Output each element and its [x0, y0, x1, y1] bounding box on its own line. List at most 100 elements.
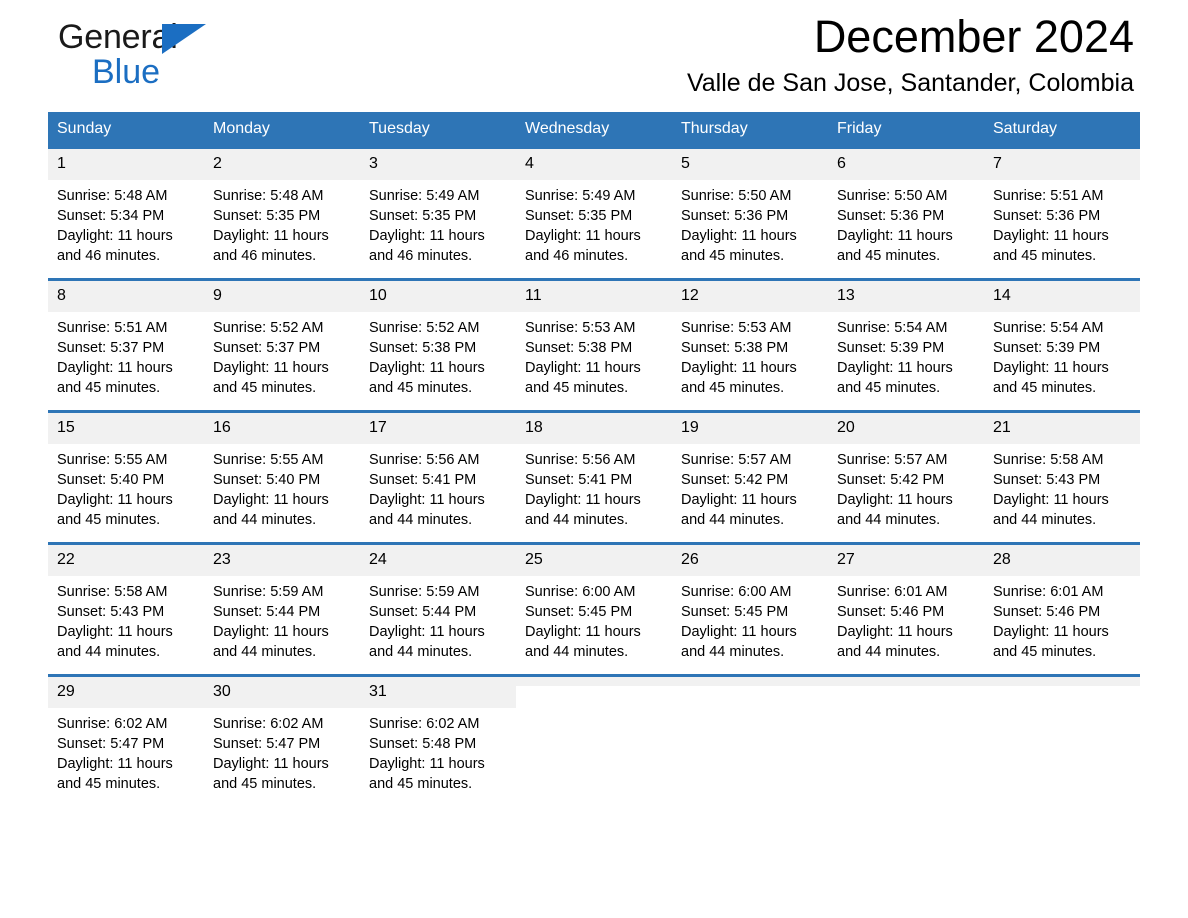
day-cell[interactable]: 13 Sunrise: 5:54 AM Sunset: 5:39 PM Dayl…	[828, 278, 984, 412]
day-cell[interactable]: 15 Sunrise: 5:55 AM Sunset: 5:40 PM Dayl…	[48, 410, 204, 544]
daylight-text: Daylight: 11 hours and 44 minutes.	[525, 624, 641, 660]
day-cell[interactable]: 21 Sunrise: 5:58 AM Sunset: 5:43 PM Dayl…	[984, 410, 1140, 544]
title-block: December 2024 Valle de San Jose, Santand…	[687, 8, 1134, 100]
day-cell-empty	[828, 674, 984, 808]
day-cell[interactable]: 7 Sunrise: 5:51 AM Sunset: 5:36 PM Dayli…	[984, 146, 1140, 280]
day-number: 28	[984, 545, 1140, 576]
day-cell[interactable]: 22 Sunrise: 5:58 AM Sunset: 5:43 PM Dayl…	[48, 542, 204, 676]
day-number: 12	[672, 281, 828, 312]
sunset-text: Sunset: 5:35 PM	[525, 208, 633, 224]
sunset-text: Sunset: 5:36 PM	[993, 208, 1101, 224]
day-number: 20	[828, 413, 984, 444]
day-cell[interactable]: 12 Sunrise: 5:53 AM Sunset: 5:38 PM Dayl…	[672, 278, 828, 412]
day-number: 13	[828, 281, 984, 312]
day-cell[interactable]: 11 Sunrise: 5:53 AM Sunset: 5:38 PM Dayl…	[516, 278, 672, 412]
day-cell[interactable]: 10 Sunrise: 5:52 AM Sunset: 5:38 PM Dayl…	[360, 278, 516, 412]
sunrise-sunset-calendar: Sunday Monday Tuesday Wednesday Thursday…	[48, 112, 1140, 808]
day-details: Sunrise: 5:50 AM Sunset: 5:36 PM Dayligh…	[828, 180, 984, 266]
weekday-header-wednesday: Wednesday	[516, 112, 672, 148]
day-number: 15	[48, 413, 204, 444]
day-cell[interactable]: 1 Sunrise: 5:48 AM Sunset: 5:34 PM Dayli…	[48, 146, 204, 280]
daylight-text: Daylight: 11 hours and 44 minutes.	[213, 624, 329, 660]
sunrise-text: Sunrise: 5:48 AM	[213, 188, 324, 204]
day-cell[interactable]: 4 Sunrise: 5:49 AM Sunset: 5:35 PM Dayli…	[516, 146, 672, 280]
day-details: Sunrise: 5:54 AM Sunset: 5:39 PM Dayligh…	[984, 312, 1140, 398]
day-cell[interactable]: 8 Sunrise: 5:51 AM Sunset: 5:37 PM Dayli…	[48, 278, 204, 412]
day-cell[interactable]: 25 Sunrise: 6:00 AM Sunset: 5:45 PM Dayl…	[516, 542, 672, 676]
day-details: Sunrise: 5:56 AM Sunset: 5:41 PM Dayligh…	[360, 444, 516, 530]
day-number: 8	[48, 281, 204, 312]
day-cell[interactable]: 16 Sunrise: 5:55 AM Sunset: 5:40 PM Dayl…	[204, 410, 360, 544]
sunrise-text: Sunrise: 5:48 AM	[57, 188, 168, 204]
sunrise-text: Sunrise: 6:01 AM	[837, 584, 948, 600]
weekday-header-saturday: Saturday	[984, 112, 1140, 148]
calendar-week-row: 15 Sunrise: 5:55 AM Sunset: 5:40 PM Dayl…	[48, 410, 1140, 544]
day-details: Sunrise: 5:51 AM Sunset: 5:36 PM Dayligh…	[984, 180, 1140, 266]
daylight-text: Daylight: 11 hours and 45 minutes.	[681, 360, 797, 396]
day-cell[interactable]: 9 Sunrise: 5:52 AM Sunset: 5:37 PM Dayli…	[204, 278, 360, 412]
day-number: 22	[48, 545, 204, 576]
day-details: Sunrise: 5:51 AM Sunset: 5:37 PM Dayligh…	[48, 312, 204, 398]
sunrise-text: Sunrise: 6:01 AM	[993, 584, 1104, 600]
day-cell-empty	[984, 674, 1140, 808]
daylight-text: Daylight: 11 hours and 45 minutes.	[681, 228, 797, 264]
daylight-text: Daylight: 11 hours and 46 minutes.	[213, 228, 329, 264]
day-number: 23	[204, 545, 360, 576]
calendar-week-row: 29 Sunrise: 6:02 AM Sunset: 5:47 PM Dayl…	[48, 674, 1140, 808]
day-cell[interactable]: 19 Sunrise: 5:57 AM Sunset: 5:42 PM Dayl…	[672, 410, 828, 544]
day-cell[interactable]: 26 Sunrise: 6:00 AM Sunset: 5:45 PM Dayl…	[672, 542, 828, 676]
sunset-text: Sunset: 5:45 PM	[525, 604, 633, 620]
sunset-text: Sunset: 5:39 PM	[837, 340, 945, 356]
sunrise-text: Sunrise: 5:55 AM	[213, 452, 324, 468]
sunrise-text: Sunrise: 5:51 AM	[993, 188, 1104, 204]
location-subtitle: Valle de San Jose, Santander, Colombia	[686, 69, 1134, 97]
day-cell[interactable]: 18 Sunrise: 5:56 AM Sunset: 5:41 PM Dayl…	[516, 410, 672, 544]
sunset-text: Sunset: 5:48 PM	[369, 736, 477, 752]
sunrise-text: Sunrise: 5:49 AM	[525, 188, 636, 204]
day-number	[984, 677, 1140, 686]
logo-text-blue: Blue	[92, 53, 161, 91]
daylight-text: Daylight: 11 hours and 45 minutes.	[837, 228, 953, 264]
day-cell[interactable]: 17 Sunrise: 5:56 AM Sunset: 5:41 PM Dayl…	[360, 410, 516, 544]
daylight-text: Daylight: 11 hours and 44 minutes.	[681, 492, 797, 528]
day-details: Sunrise: 5:52 AM Sunset: 5:37 PM Dayligh…	[204, 312, 360, 398]
sunset-text: Sunset: 5:47 PM	[213, 736, 321, 752]
day-cell[interactable]: 23 Sunrise: 5:59 AM Sunset: 5:44 PM Dayl…	[204, 542, 360, 676]
day-details: Sunrise: 6:00 AM Sunset: 5:45 PM Dayligh…	[516, 576, 672, 662]
day-details: Sunrise: 5:55 AM Sunset: 5:40 PM Dayligh…	[204, 444, 360, 530]
sunrise-text: Sunrise: 5:51 AM	[57, 320, 168, 336]
day-number: 4	[516, 149, 672, 180]
day-cell[interactable]: 6 Sunrise: 5:50 AM Sunset: 5:36 PM Dayli…	[828, 146, 984, 280]
sunrise-text: Sunrise: 5:52 AM	[213, 320, 324, 336]
day-cell[interactable]: 24 Sunrise: 5:59 AM Sunset: 5:44 PM Dayl…	[360, 542, 516, 676]
sunset-text: Sunset: 5:42 PM	[681, 472, 789, 488]
day-cell[interactable]: 5 Sunrise: 5:50 AM Sunset: 5:36 PM Dayli…	[672, 146, 828, 280]
day-details: Sunrise: 6:02 AM Sunset: 5:47 PM Dayligh…	[48, 708, 204, 794]
day-cell[interactable]: 29 Sunrise: 6:02 AM Sunset: 5:47 PM Dayl…	[48, 674, 204, 808]
day-number: 10	[360, 281, 516, 312]
page-title: December 2024	[813, 11, 1134, 62]
day-cell-empty	[672, 674, 828, 808]
daylight-text: Daylight: 11 hours and 45 minutes.	[369, 360, 485, 396]
daylight-text: Daylight: 11 hours and 45 minutes.	[837, 360, 953, 396]
day-details: Sunrise: 5:53 AM Sunset: 5:38 PM Dayligh…	[516, 312, 672, 398]
day-cell[interactable]: 30 Sunrise: 6:02 AM Sunset: 5:47 PM Dayl…	[204, 674, 360, 808]
day-cell[interactable]: 31 Sunrise: 6:02 AM Sunset: 5:48 PM Dayl…	[360, 674, 516, 808]
day-cell[interactable]: 14 Sunrise: 5:54 AM Sunset: 5:39 PM Dayl…	[984, 278, 1140, 412]
sunrise-text: Sunrise: 5:55 AM	[57, 452, 168, 468]
day-cell[interactable]: 20 Sunrise: 5:57 AM Sunset: 5:42 PM Dayl…	[828, 410, 984, 544]
day-cell[interactable]: 2 Sunrise: 5:48 AM Sunset: 5:35 PM Dayli…	[204, 146, 360, 280]
daylight-text: Daylight: 11 hours and 46 minutes.	[369, 228, 485, 264]
day-cell-empty	[516, 674, 672, 808]
day-cell[interactable]: 27 Sunrise: 6:01 AM Sunset: 5:46 PM Dayl…	[828, 542, 984, 676]
logo-top-row: General	[58, 18, 318, 56]
daylight-text: Daylight: 11 hours and 45 minutes.	[213, 756, 329, 792]
daylight-text: Daylight: 11 hours and 44 minutes.	[837, 492, 953, 528]
day-cell[interactable]: 3 Sunrise: 5:49 AM Sunset: 5:35 PM Dayli…	[360, 146, 516, 280]
day-details: Sunrise: 5:59 AM Sunset: 5:44 PM Dayligh…	[360, 576, 516, 662]
sunrise-text: Sunrise: 5:52 AM	[369, 320, 480, 336]
day-number	[672, 677, 828, 686]
daylight-text: Daylight: 11 hours and 44 minutes.	[57, 624, 173, 660]
day-cell[interactable]: 28 Sunrise: 6:01 AM Sunset: 5:46 PM Dayl…	[984, 542, 1140, 676]
calendar-week-row: 8 Sunrise: 5:51 AM Sunset: 5:37 PM Dayli…	[48, 278, 1140, 412]
